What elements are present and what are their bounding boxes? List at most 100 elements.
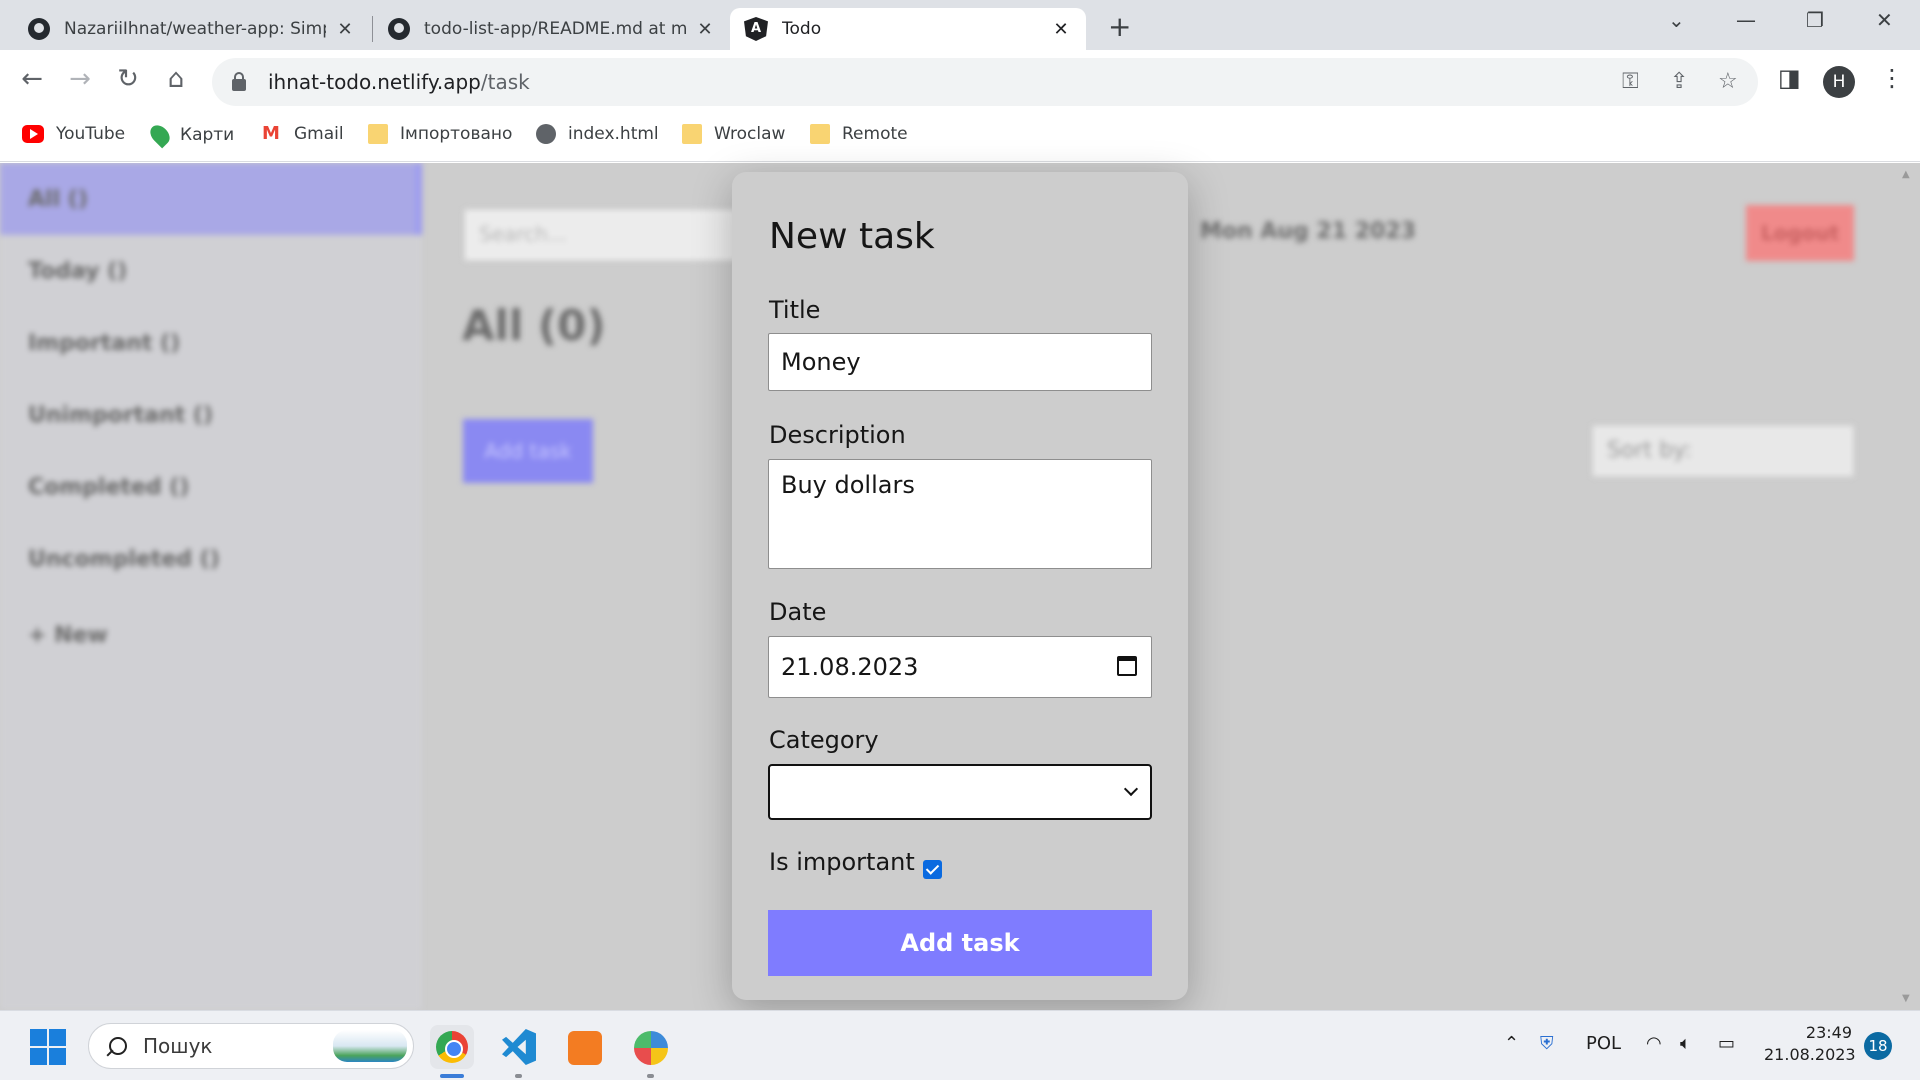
chevron-down-icon xyxy=(1123,781,1139,797)
sort-select[interactable]: Sort by: xyxy=(1592,425,1854,477)
important-checkbox[interactable] xyxy=(923,860,942,879)
search-highlight-image xyxy=(333,1030,407,1062)
angular-icon: A xyxy=(744,17,768,41)
new-tab-button[interactable]: + xyxy=(1108,10,1131,43)
globe-icon xyxy=(536,124,556,144)
date-input[interactable]: 21.08.2023 xyxy=(768,636,1152,698)
sidebar-item-unimportant[interactable]: Unimportant () xyxy=(28,403,213,428)
bookmark-index[interactable]: index.html xyxy=(536,124,659,144)
bookmark-remote[interactable]: Remote xyxy=(810,124,908,144)
close-window-icon[interactable]: ✕ xyxy=(1876,8,1893,32)
logout-button[interactable]: Logout xyxy=(1746,205,1854,261)
bookmark-wroclaw[interactable]: Wroclaw xyxy=(682,124,785,144)
bookmark-gmail[interactable]: M Gmail xyxy=(260,124,344,144)
menu-icon[interactable]: ⋮ xyxy=(1880,64,1904,92)
tab-separator xyxy=(372,16,373,42)
close-tab-icon[interactable]: ✕ xyxy=(1050,19,1072,40)
category-label: Category xyxy=(769,726,879,754)
description-label: Description xyxy=(769,421,906,449)
windows-taskbar: Пошук ⌃ ⛨ POL ◠ 🔈︎ ▭ 23:49 21.08.2023 18 xyxy=(0,1010,1920,1080)
close-tab-icon[interactable]: ✕ xyxy=(694,19,716,40)
current-date: Mon Aug 21 2023 xyxy=(1200,219,1416,244)
folder-icon xyxy=(682,124,702,144)
sidebar-item-uncompleted[interactable]: Uncompleted () xyxy=(28,547,220,572)
scroll-up-icon[interactable]: ▲ xyxy=(1902,169,1910,180)
bookmark-imported[interactable]: Імпортовано xyxy=(368,124,512,144)
tab-readme[interactable]: todo-list-app/README.md at ma ✕ xyxy=(374,8,730,50)
sidebar-item-important[interactable]: Important () xyxy=(28,331,180,356)
title-input[interactable]: Money xyxy=(768,333,1152,391)
lock-icon xyxy=(232,72,246,91)
sidebar-item-today[interactable]: Today () xyxy=(28,259,127,284)
chrome-icon[interactable] xyxy=(430,1025,474,1069)
add-task-submit-button[interactable]: Add task xyxy=(768,910,1152,976)
github-icon xyxy=(28,18,50,40)
date-value: 21.08.2023 xyxy=(781,653,919,681)
xampp-icon[interactable] xyxy=(562,1025,606,1069)
browser-tab-bar: NazariiIhnat/weather-app: Simple ✕ todo-… xyxy=(0,0,1920,50)
volume-icon[interactable]: 🔈︎ xyxy=(1680,1033,1691,1054)
calendar-icon[interactable] xyxy=(1117,656,1137,676)
sidebar: All () Today () Important () Unimportant… xyxy=(0,163,422,1010)
wifi-icon[interactable]: ◠ xyxy=(1646,1033,1662,1054)
home-icon[interactable]: ⌂ xyxy=(158,64,194,94)
modal-title: New task xyxy=(769,216,935,257)
important-label: Is important xyxy=(769,848,915,876)
tab-todo[interactable]: A Todo ✕ xyxy=(730,8,1086,50)
chrome-active-indicator xyxy=(440,1074,464,1078)
address-bar[interactable]: ihnat-todo.netlify.app/task ⚿ ⇪ ☆ xyxy=(212,58,1758,106)
paint-icon[interactable] xyxy=(628,1025,672,1069)
sidebar-item-completed[interactable]: Completed () xyxy=(28,475,189,500)
description-textarea[interactable]: Buy dollars xyxy=(768,459,1152,569)
youtube-icon xyxy=(22,125,44,143)
bookmark-star-icon[interactable]: ☆ xyxy=(1718,69,1738,94)
browser-toolbar: ← → ↻ ⌂ ihnat-todo.netlify.app/task ⚿ ⇪ … xyxy=(0,50,1920,116)
show-hidden-icons-icon[interactable]: ⌃ xyxy=(1504,1033,1519,1054)
bookmarks-bar: YouTube Карти M Gmail Імпортовано index.h… xyxy=(0,116,1920,162)
vscode-running-indicator xyxy=(515,1074,522,1078)
avatar[interactable]: H xyxy=(1823,66,1855,98)
folder-icon xyxy=(810,124,830,144)
windows-start-icon[interactable] xyxy=(30,1029,66,1065)
page-title: All (0) xyxy=(462,301,606,350)
paint-running-indicator xyxy=(647,1074,654,1078)
key-icon[interactable]: ⚿ xyxy=(1622,69,1639,94)
url-text[interactable]: ihnat-todo.netlify.app/task xyxy=(268,70,530,94)
reload-icon[interactable]: ↻ xyxy=(110,64,146,94)
side-panel-icon[interactable]: ◨ xyxy=(1778,64,1801,92)
tab-weather-app[interactable]: NazariiIhnat/weather-app: Simple ✕ xyxy=(14,8,370,50)
bookmark-youtube[interactable]: YouTube xyxy=(22,124,125,144)
category-select[interactable] xyxy=(768,764,1152,820)
gmail-icon: M xyxy=(262,123,280,144)
taskbar-search[interactable]: Пошук xyxy=(88,1023,414,1069)
clock-date: 21.08.2023 xyxy=(1764,1045,1856,1064)
new-task-modal: New task Title Money Description Buy dol… xyxy=(732,172,1188,1000)
maps-icon xyxy=(146,121,174,149)
share-icon[interactable]: ⇪ xyxy=(1670,69,1688,94)
battery-icon[interactable]: ▭ xyxy=(1718,1033,1735,1054)
vscode-icon[interactable] xyxy=(496,1025,540,1069)
minimize-icon[interactable]: — xyxy=(1736,8,1756,32)
bookmark-maps[interactable]: Карти xyxy=(146,121,234,149)
restore-icon[interactable]: ❐ xyxy=(1806,8,1824,32)
forward-icon[interactable]: → xyxy=(62,64,98,94)
sidebar-new-button[interactable]: + New xyxy=(28,623,108,648)
sidebar-item-all[interactable]: All () xyxy=(28,187,88,212)
clock-time: 23:49 xyxy=(1805,1023,1852,1042)
language-indicator[interactable]: POL xyxy=(1586,1033,1621,1054)
search-icon xyxy=(109,1037,127,1055)
github-icon xyxy=(388,18,410,40)
date-label: Date xyxy=(769,598,827,626)
tab-title: NazariiIhnat/weather-app: Simple xyxy=(64,19,326,39)
tab-title: Todo xyxy=(782,19,822,39)
close-tab-icon[interactable]: ✕ xyxy=(334,19,356,40)
taskbar-search-placeholder: Пошук xyxy=(143,1034,213,1058)
notification-badge[interactable]: 18 xyxy=(1864,1032,1892,1060)
security-shield-icon[interactable]: ⛨ xyxy=(1540,1033,1554,1054)
scroll-down-icon[interactable]: ▼ xyxy=(1902,993,1910,1004)
tab-search-icon[interactable]: ⌄ xyxy=(1668,8,1685,32)
back-icon[interactable]: ← xyxy=(14,64,50,94)
add-task-button[interactable]: Add task xyxy=(463,419,593,483)
taskbar-clock[interactable]: 23:49 21.08.2023 xyxy=(1764,1022,1856,1066)
folder-icon xyxy=(368,124,388,144)
